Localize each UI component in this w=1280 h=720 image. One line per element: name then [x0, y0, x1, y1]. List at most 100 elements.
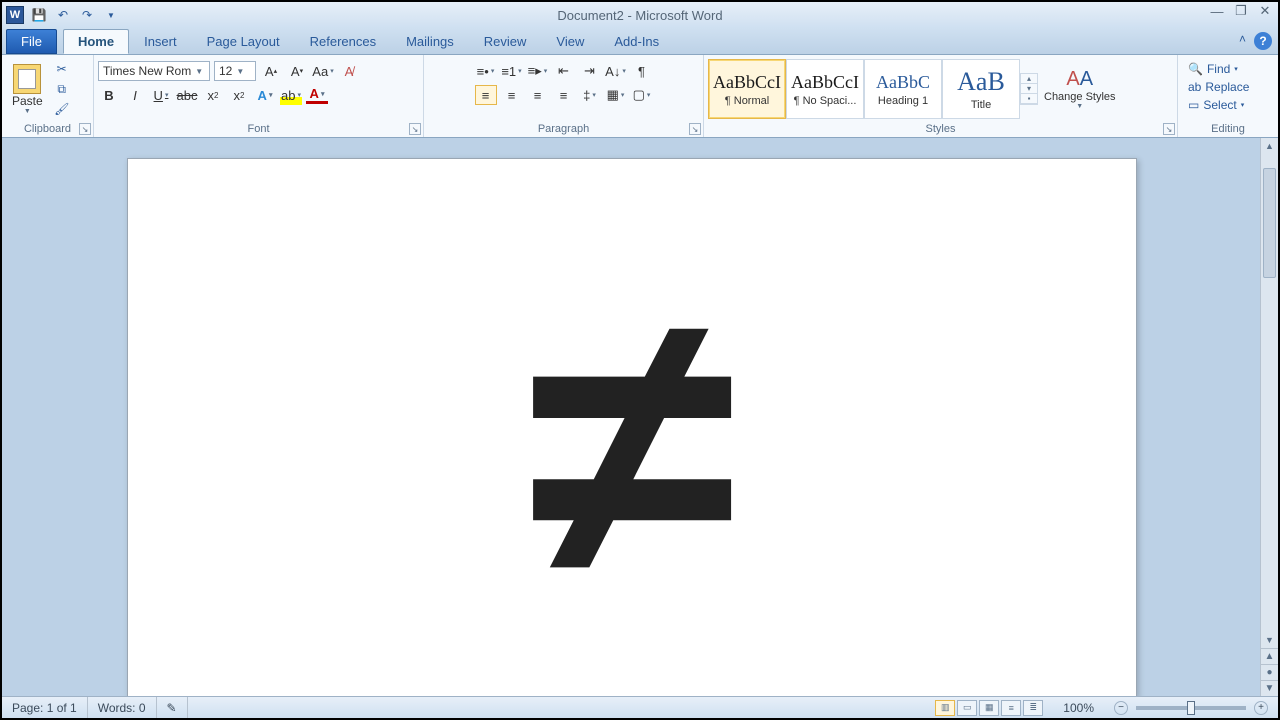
- document-page[interactable]: ≠: [127, 158, 1137, 696]
- ribbon: Paste ▼ ✂ ⧉ 🖌 Clipboard ↘ Times New Rom▼: [2, 54, 1278, 138]
- styles-gallery-more[interactable]: ▴▾▪: [1020, 73, 1038, 105]
- minimize-button[interactable]: —: [1208, 4, 1226, 18]
- scroll-down-arrow[interactable]: ▼: [1261, 632, 1278, 648]
- outline-view-icon[interactable]: ≡: [1001, 700, 1021, 716]
- vertical-scrollbar[interactable]: ▲ ▼ ▲ ● ▼: [1260, 138, 1278, 696]
- zoom-out-button[interactable]: −: [1114, 701, 1128, 715]
- zoom-slider-thumb[interactable]: [1187, 701, 1195, 715]
- restore-button[interactable]: ❐: [1232, 4, 1250, 18]
- decrease-indent-icon[interactable]: ⇤: [553, 61, 575, 81]
- group-styles: AaBbCcI ¶ Normal AaBbCcI¶ No Spaci...AaBbC…: [704, 55, 1178, 137]
- paste-button[interactable]: Paste ▼: [6, 62, 49, 117]
- select-button[interactable]: ▭Select▾: [1186, 97, 1246, 113]
- style-item-1[interactable]: AaBbCcI¶ No Spaci...: [786, 59, 864, 119]
- font-size-combo[interactable]: 12▼: [214, 61, 256, 81]
- style-item-0[interactable]: AaBbCcI ¶ Normal: [708, 59, 786, 119]
- grow-font-icon[interactable]: A▴: [260, 61, 282, 81]
- undo-icon[interactable]: ↶: [54, 6, 72, 24]
- style-item-3[interactable]: AaBTitle: [942, 59, 1020, 119]
- multilevel-list-icon[interactable]: ≡▸: [527, 61, 549, 81]
- change-case-icon[interactable]: Aa: [312, 61, 334, 81]
- font-size-value: 12: [219, 64, 232, 78]
- tab-mailings[interactable]: Mailings: [391, 29, 469, 54]
- draft-view-icon[interactable]: ≣: [1023, 700, 1043, 716]
- style-preview: AaBbCcI: [713, 72, 781, 93]
- zoom-in-button[interactable]: +: [1254, 701, 1268, 715]
- clipboard-dialog-launcher[interactable]: ↘: [79, 123, 91, 135]
- cut-icon[interactable]: ✂: [53, 61, 71, 77]
- change-styles-icon: AA: [1066, 68, 1093, 91]
- strikethrough-button[interactable]: abc: [176, 85, 198, 105]
- numbering-icon[interactable]: ≡1: [501, 61, 523, 81]
- full-screen-view-icon[interactable]: ▭: [957, 700, 977, 716]
- italic-button[interactable]: I: [124, 85, 146, 105]
- increase-indent-icon[interactable]: ⇥: [579, 61, 601, 81]
- tab-home[interactable]: Home: [63, 29, 129, 54]
- status-page[interactable]: Page: 1 of 1: [2, 697, 88, 718]
- browse-object-icon[interactable]: ●: [1261, 664, 1278, 680]
- print-layout-view-icon[interactable]: ▥: [935, 700, 955, 716]
- next-page-icon[interactable]: ▼: [1261, 680, 1278, 696]
- style-item-2[interactable]: AaBbCHeading 1: [864, 59, 942, 119]
- tab-review[interactable]: Review: [469, 29, 542, 54]
- scroll-up-arrow[interactable]: ▲: [1261, 138, 1278, 154]
- replace-button[interactable]: abReplace: [1186, 79, 1251, 95]
- tab-view[interactable]: View: [541, 29, 599, 54]
- zoom-level[interactable]: 100%: [1053, 697, 1104, 718]
- group-editing: 🔍Find▾ abReplace ▭Select▾ Editing: [1178, 55, 1278, 137]
- font-color-icon[interactable]: A: [306, 87, 328, 104]
- status-words[interactable]: Words: 0: [88, 697, 157, 718]
- highlight-icon[interactable]: ab: [280, 85, 302, 105]
- tab-references[interactable]: References: [295, 29, 391, 54]
- styles-dialog-launcher[interactable]: ↘: [1163, 123, 1175, 135]
- font-dialog-launcher[interactable]: ↘: [409, 123, 421, 135]
- borders-icon[interactable]: ▢: [631, 85, 653, 105]
- tab-page-layout[interactable]: Page Layout: [192, 29, 295, 54]
- word-app-icon[interactable]: W: [6, 6, 24, 24]
- find-button[interactable]: 🔍Find▾: [1186, 61, 1240, 77]
- shading-icon[interactable]: ▦: [605, 85, 627, 105]
- shrink-font-icon[interactable]: A▾: [286, 61, 308, 81]
- align-center-icon[interactable]: ≡: [501, 85, 523, 105]
- group-paragraph: ≡• ≡1 ≡▸ ⇤ ⇥ A↓ ¶ ≡ ≡ ≡ ≡ ‡ ▦ ▢: [424, 55, 704, 137]
- tab-insert[interactable]: Insert: [129, 29, 192, 54]
- underline-button[interactable]: U: [150, 85, 172, 105]
- justify-icon[interactable]: ≡: [553, 85, 575, 105]
- format-painter-icon[interactable]: 🖌: [53, 101, 71, 117]
- web-layout-view-icon[interactable]: ▦: [979, 700, 999, 716]
- tab-file[interactable]: File: [6, 29, 57, 54]
- app-window: W 💾 ↶ ↷ ▼ Document2 - Microsoft Word — ❐…: [0, 0, 1280, 720]
- help-icon[interactable]: ?: [1254, 32, 1272, 50]
- bullets-icon[interactable]: ≡•: [475, 61, 497, 81]
- clear-formatting-icon[interactable]: A̸: [338, 61, 360, 81]
- save-icon[interactable]: 💾: [30, 6, 48, 24]
- group-label-styles: Styles: [708, 121, 1173, 137]
- font-name-combo[interactable]: Times New Rom▼: [98, 61, 210, 81]
- group-label-paragraph: Paragraph: [428, 121, 699, 137]
- qat-customize-icon[interactable]: ▼: [102, 6, 120, 24]
- bold-button[interactable]: B: [98, 85, 120, 105]
- scroll-thumb[interactable]: [1263, 168, 1276, 278]
- change-styles-button[interactable]: AA Change Styles ▼: [1038, 64, 1122, 114]
- status-proofing-icon[interactable]: ✎: [157, 697, 188, 718]
- redo-icon[interactable]: ↷: [78, 6, 96, 24]
- superscript-button[interactable]: x2: [228, 85, 250, 105]
- group-font: Times New Rom▼ 12▼ A▴ A▾ Aa A̸ B I U abc…: [94, 55, 424, 137]
- zoom-slider[interactable]: [1136, 706, 1246, 710]
- subscript-button[interactable]: x2: [202, 85, 224, 105]
- align-right-icon[interactable]: ≡: [527, 85, 549, 105]
- line-spacing-icon[interactable]: ‡: [579, 85, 601, 105]
- copy-icon[interactable]: ⧉: [53, 81, 71, 97]
- style-name: ¶ Normal: [725, 95, 769, 107]
- align-left-icon[interactable]: ≡: [475, 85, 497, 105]
- close-button[interactable]: ✕: [1256, 4, 1274, 18]
- text-effects-icon[interactable]: A: [254, 85, 276, 105]
- minimize-ribbon-icon[interactable]: ˄: [1239, 32, 1246, 50]
- tab-add-ins[interactable]: Add-Ins: [599, 29, 674, 54]
- sort-icon[interactable]: A↓: [605, 61, 627, 81]
- show-marks-icon[interactable]: ¶: [631, 61, 653, 81]
- style-preview: AaB: [957, 67, 1005, 97]
- paragraph-dialog-launcher[interactable]: ↘: [689, 123, 701, 135]
- prev-page-icon[interactable]: ▲: [1261, 648, 1278, 664]
- group-clipboard: Paste ▼ ✂ ⧉ 🖌 Clipboard ↘: [2, 55, 94, 137]
